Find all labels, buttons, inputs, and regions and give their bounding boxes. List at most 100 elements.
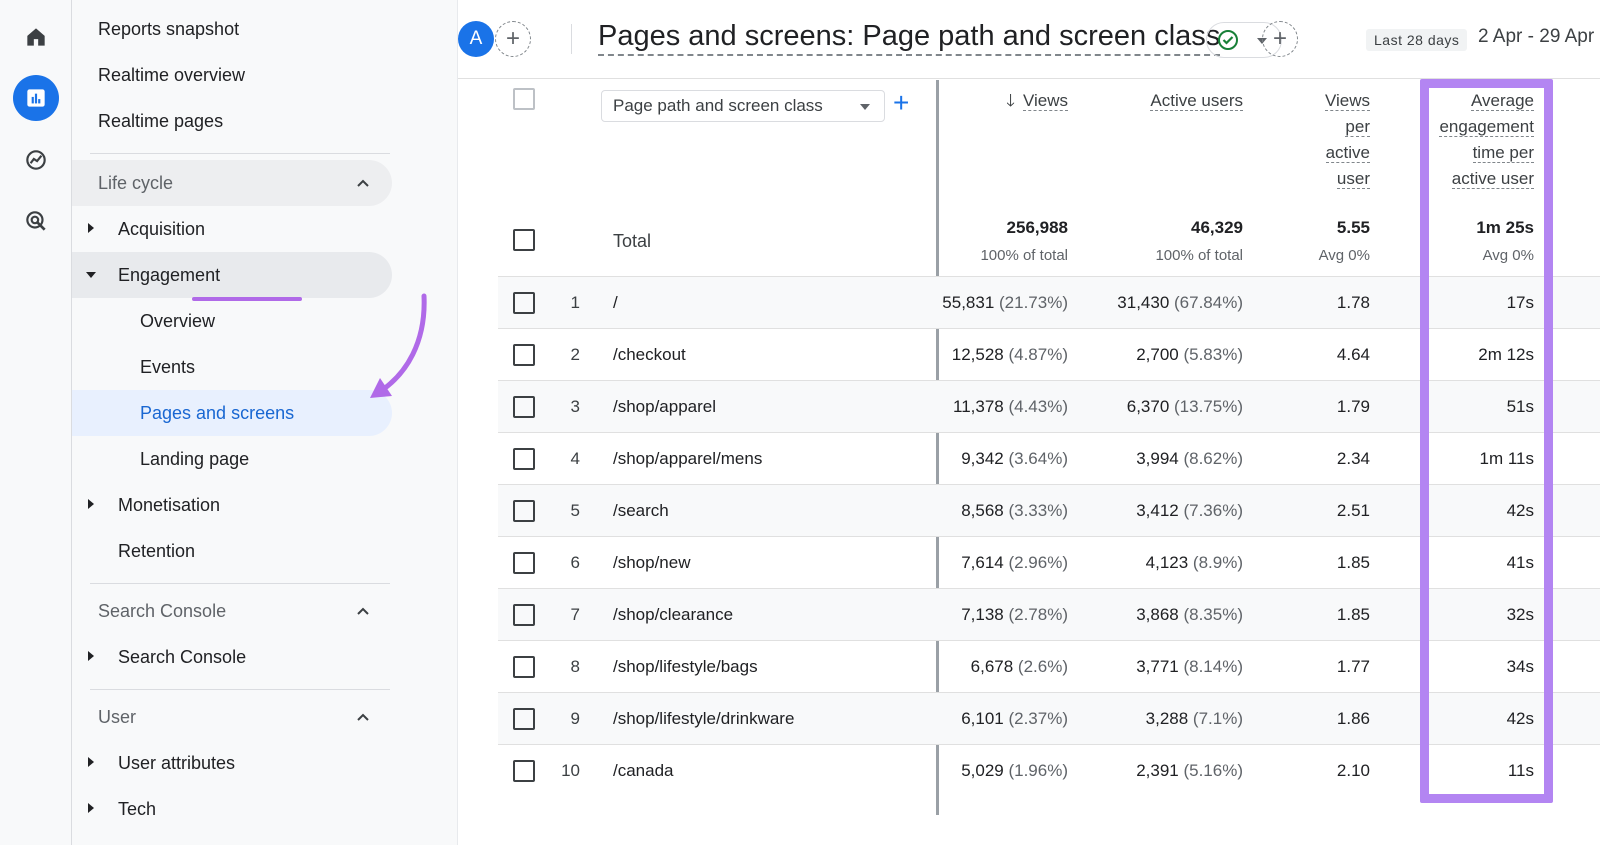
nav-user-attributes[interactable]: User attributes: [72, 740, 392, 786]
row-page-path[interactable]: /shop/apparel/mens: [613, 449, 762, 469]
nav-engagement[interactable]: Engagement: [72, 252, 392, 298]
nav-section-search-console[interactable]: Search Console: [72, 588, 392, 634]
users-percent: (13.75%): [1174, 397, 1243, 416]
row-page-path[interactable]: /search: [613, 501, 669, 521]
date-range-value[interactable]: 2 Apr - 29 Apr: [1478, 26, 1594, 48]
table-row[interactable]: 4/shop/apparel/mens 9,342 (3.64%) 3,994 (8…: [498, 432, 1600, 485]
row-page-path[interactable]: /shop/new: [613, 553, 691, 573]
views-value: 6,678: [970, 657, 1014, 676]
users-percent: (67.84%): [1174, 293, 1243, 312]
row-page-path[interactable]: /shop/clearance: [613, 605, 733, 625]
row-avg-engagement: 32s: [1506, 605, 1534, 624]
table-row[interactable]: 3/shop/apparel 11,378 (4.43%) 6,370 (13.75…: [498, 380, 1600, 433]
nav-search-console[interactable]: Search Console: [72, 634, 392, 680]
nav-realtime-overview[interactable]: Realtime overview: [72, 52, 392, 98]
nav-overview[interactable]: Overview: [72, 298, 392, 344]
views-percent: (2.78%): [1008, 605, 1068, 624]
users-percent: (7.36%): [1183, 501, 1243, 520]
users-percent: (8.62%): [1183, 449, 1243, 468]
row-checkbox[interactable]: [513, 656, 535, 678]
date-range-label[interactable]: Last 28 days: [1366, 29, 1468, 51]
table-row[interactable]: 1 / 55,831 (21.73%) 31,430 (67.84%) 1.78 17s: [498, 276, 1600, 329]
home-icon[interactable]: [13, 14, 59, 60]
views-percent: (4.87%): [1008, 345, 1068, 364]
add-dimension-button[interactable]: +: [893, 87, 909, 119]
nav-section-lifecycle[interactable]: Life cycle: [72, 160, 392, 206]
row-views-per-user: 2.34: [1336, 449, 1370, 468]
users-percent: (7.1%): [1192, 709, 1243, 728]
nav-reports-snapshot[interactable]: Reports snapshot: [72, 6, 392, 52]
table-row[interactable]: 10/canada 5,029 (1.96%) 2,391 (5.16%) 2.10 1…: [498, 744, 1600, 797]
table-row[interactable]: 2/checkout 12,528 (4.87%) 2,700 (5.83%) 4.6…: [498, 328, 1600, 381]
explore-icon[interactable]: [13, 137, 59, 183]
nav-section-user[interactable]: User: [72, 694, 392, 740]
row-active-users: 3,994 (8.62%): [1083, 449, 1243, 469]
caret-right-icon: [88, 757, 94, 767]
row-avg-engagement: 1m 11s: [1479, 449, 1535, 468]
nav-monetisation[interactable]: Monetisation: [72, 482, 392, 528]
column-header-views-per-user[interactable]: Views per active user: [1288, 88, 1370, 192]
table-row[interactable]: 6/shop/new 7,614 (2.96%) 4,123 (8.9%) 1.85 4…: [498, 536, 1600, 589]
table-row[interactable]: 5/search 8,568 (3.33%) 3,412 (7.36%) 2.51 42…: [498, 484, 1600, 537]
users-value: 3,412: [1136, 501, 1179, 520]
views-value: 9,342: [961, 449, 1004, 468]
row-checkbox[interactable]: [513, 500, 535, 522]
avatar[interactable]: A: [458, 21, 494, 57]
section-label: Search Console: [98, 600, 227, 621]
column-header-views[interactable]: 🡓 Views: [968, 88, 1068, 114]
header-divider: [571, 24, 572, 54]
row-page-path[interactable]: /: [613, 293, 618, 313]
check-circle-icon: [1218, 30, 1238, 50]
row-page-path[interactable]: /shop/lifestyle/bags: [613, 657, 758, 677]
views-value: 12,528: [951, 345, 1004, 364]
row-views-per-user: 1.78: [1336, 293, 1370, 312]
row-page-path[interactable]: /checkout: [613, 345, 686, 365]
row-checkbox[interactable]: [513, 396, 535, 418]
column-header-active-users[interactable]: Active users: [1098, 88, 1243, 114]
table-row[interactable]: 8/shop/lifestyle/bags 6,678 (2.6%) 3,771 (…: [498, 640, 1600, 693]
select-all-checkbox[interactable]: [513, 88, 535, 110]
nav-acquisition[interactable]: Acquisition: [72, 206, 392, 252]
row-index: 9: [570, 709, 580, 728]
total-row-checkbox[interactable]: [513, 229, 535, 251]
nav-retention[interactable]: Retention: [72, 528, 392, 574]
row-checkbox[interactable]: [513, 708, 535, 730]
row-page-path[interactable]: /shop/apparel: [613, 397, 716, 417]
users-value: 3,994: [1136, 449, 1179, 468]
column-header-avg-engagement[interactable]: Average engagement time per active user: [1418, 88, 1534, 192]
nav-label: User attributes: [118, 752, 236, 773]
row-active-users: 2,700 (5.83%): [1083, 345, 1243, 365]
nav-landing-page[interactable]: Landing page: [72, 436, 392, 482]
nav-realtime-pages[interactable]: Realtime pages: [72, 98, 392, 144]
row-page-path[interactable]: /shop/lifestyle/drinkware: [613, 709, 794, 729]
row-checkbox[interactable]: [513, 760, 535, 782]
nav-pages-and-screens[interactable]: Pages and screens: [72, 390, 392, 436]
table-row[interactable]: 9/shop/lifestyle/drinkware 6,101 (2.37%) 3…: [498, 692, 1600, 745]
icon-rail: [0, 0, 72, 845]
add-comparison-button[interactable]: +: [495, 21, 531, 57]
table-row[interactable]: 7/shop/clearance 7,138 (2.78%) 3,868 (8.35…: [498, 588, 1600, 641]
users-value: 4,123: [1145, 553, 1189, 572]
views-value: 7,614: [961, 553, 1004, 572]
row-checkbox[interactable]: [513, 604, 535, 626]
row-checkbox[interactable]: [513, 448, 535, 470]
row-index: 5: [570, 501, 580, 520]
row-active-users: 3,868 (8.35%): [1083, 605, 1243, 625]
row-page-path[interactable]: /canada: [613, 761, 674, 781]
views-percent: (2.37%): [1008, 709, 1068, 728]
row-checkbox[interactable]: [513, 552, 535, 574]
reports-icon[interactable]: [13, 75, 59, 121]
row-index: 2: [570, 345, 580, 364]
views-percent: (3.64%): [1008, 449, 1068, 468]
row-views: 5,029 (1.96%): [918, 761, 1068, 781]
row-checkbox[interactable]: [513, 292, 535, 314]
add-report-button[interactable]: +: [1262, 21, 1298, 57]
nav-events[interactable]: Events: [72, 344, 392, 390]
row-views-per-user: 2.51: [1336, 501, 1370, 520]
row-checkbox[interactable]: [513, 344, 535, 366]
row-active-users: 6,370 (13.75%): [1083, 397, 1243, 417]
total-avg-engagement-sub: Avg 0%: [1482, 247, 1534, 264]
dimension-selector[interactable]: Page path and screen class: [601, 90, 885, 122]
advertising-icon[interactable]: [13, 198, 59, 244]
nav-tech[interactable]: Tech: [72, 786, 392, 832]
